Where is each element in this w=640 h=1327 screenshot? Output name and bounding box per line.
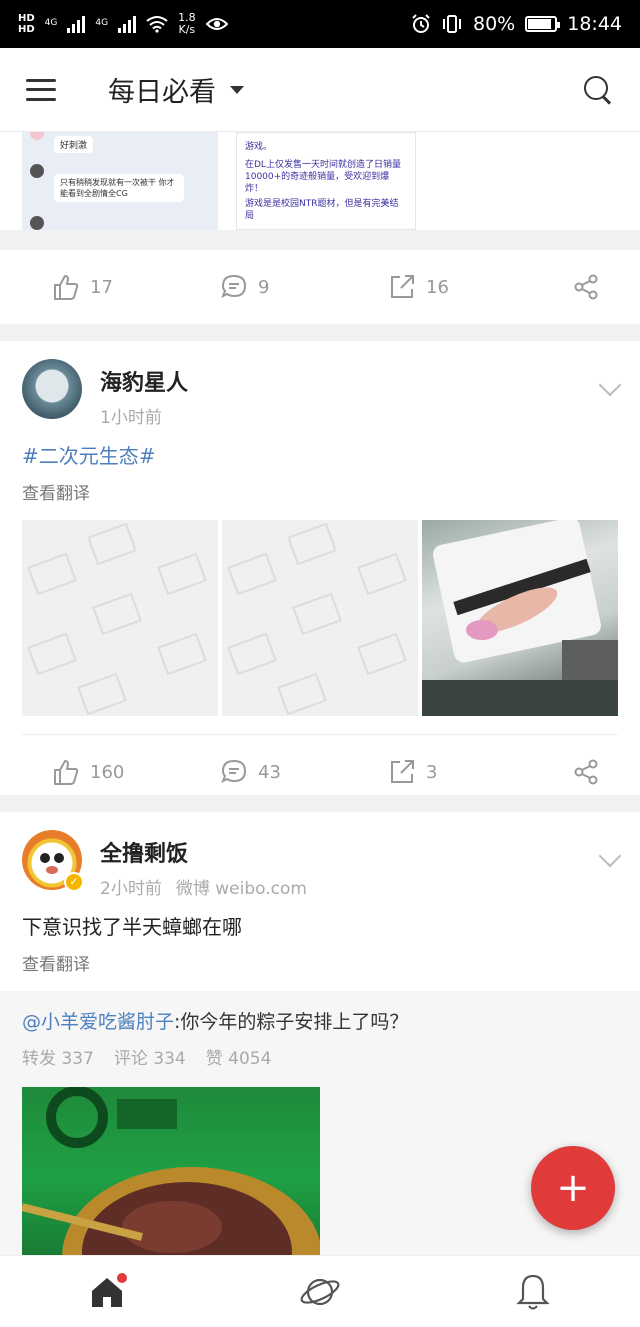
repost-icon xyxy=(391,275,414,298)
post-time: 1小时前 xyxy=(100,408,162,428)
thumb-up-icon xyxy=(54,760,79,785)
nav-home[interactable] xyxy=(77,1267,137,1317)
nav-discover[interactable] xyxy=(290,1267,350,1317)
comment-button[interactable]: 9 xyxy=(220,273,388,301)
repost-count: 3 xyxy=(426,761,438,783)
chevron-down-icon[interactable] xyxy=(598,844,622,868)
post-text: 下意识找了半天蟑螂在哪 xyxy=(22,915,242,939)
battery-percent: 80% xyxy=(473,13,516,35)
promo-line-1: 游戏。 xyxy=(245,142,273,152)
card1-actions: 17 9 16 xyxy=(0,250,640,324)
card1-images: 好刺激 只有稍稍发现就有一次被干 你才能看到全剧情全CG 游戏。 在DL上仅发售… xyxy=(0,132,640,230)
alarm-icon xyxy=(412,14,430,33)
promo-line-3: 游戏是是校园NTR题材，但是有完美结局 xyxy=(245,199,399,221)
comment-count: 9 xyxy=(258,276,270,298)
net-speed: 1.8 K/s xyxy=(178,12,196,36)
chat-bubble-text-2: 只有稍稍发现就有一次被干 你才能看到全剧情全CG xyxy=(54,174,184,202)
repost-icon xyxy=(391,760,414,783)
caret-down-icon xyxy=(230,85,244,94)
status-bar: HD HD 4G 4G 1.8 K/s 80% 18:44 xyxy=(0,0,640,48)
notification-dot xyxy=(116,1272,127,1283)
vibrate-icon xyxy=(443,15,461,33)
photo-content xyxy=(422,520,618,716)
comment-count: 评论 334 xyxy=(113,1049,186,1069)
feed-selector[interactable]: 每日必看 xyxy=(108,70,244,109)
signal1-icon xyxy=(67,15,86,33)
translate-link[interactable]: 查看翻译 xyxy=(0,940,640,991)
share-icon xyxy=(574,274,598,300)
hd2-label: HD xyxy=(18,24,35,35)
like-count: 160 xyxy=(90,761,125,783)
chat-screenshot-image[interactable]: 好刺激 只有稍稍发现就有一次被干 你才能看到全剧情全CG xyxy=(22,132,218,230)
network2-label: 4G xyxy=(95,18,109,28)
wifi-icon xyxy=(146,16,168,33)
clock: 18:44 xyxy=(567,13,622,35)
network1-label: 4G xyxy=(44,18,58,28)
share-button[interactable] xyxy=(572,758,600,786)
repost-count: 转发 337 xyxy=(22,1049,94,1069)
app-header: 每日必看 xyxy=(0,48,640,132)
avatar[interactable] xyxy=(22,359,82,419)
verified-badge-icon: ✓ xyxy=(64,872,84,892)
hd1-label: HD xyxy=(18,13,35,24)
battery-icon xyxy=(525,16,561,32)
image-placeholder-icon xyxy=(27,522,207,716)
comment-icon xyxy=(221,759,247,784)
comment-icon xyxy=(221,274,247,299)
promo-line-2: 在DL上仅发售一天时间就创造了日销量10000+的奇迹般销量，受欢迎到爆炸！ xyxy=(245,160,401,194)
repost-user-link[interactable]: @小羊爱吃酱肘子 xyxy=(22,1011,174,1033)
reposted-content[interactable]: @小羊爱吃酱肘子:你今年的粽子安排上了吗？ 转发 337 评论 334 赞 40… xyxy=(0,991,640,1287)
card2-actions: 160 43 3 xyxy=(0,735,640,809)
bell-icon xyxy=(516,1274,550,1310)
comment-count: 43 xyxy=(258,761,281,783)
menu-icon[interactable] xyxy=(26,78,56,101)
promo-text-image[interactable]: 游戏。 在DL上仅发售一天时间就创造了日销量10000+的奇迹般销量，受欢迎到爆… xyxy=(236,132,416,230)
thumb-up-icon xyxy=(54,275,79,300)
plus-icon: + xyxy=(556,1165,590,1211)
planet-icon xyxy=(300,1278,340,1305)
like-count: 17 xyxy=(90,276,113,298)
page-title: 每日必看 xyxy=(108,77,216,108)
post-time: 2小时前 xyxy=(100,879,162,899)
photo-grid xyxy=(0,504,640,716)
avatar[interactable]: ✓ xyxy=(22,830,84,892)
repost-button[interactable]: 16 xyxy=(388,273,556,301)
photo-placeholder-1[interactable] xyxy=(22,520,218,716)
hd-indicator: HD HD xyxy=(18,13,35,35)
chat-bubble-text-1: 好刺激 xyxy=(54,136,94,153)
signal2-icon xyxy=(118,15,137,33)
eye-icon xyxy=(205,18,228,30)
card1-bottom-gap xyxy=(0,230,640,250)
photo-3[interactable] xyxy=(422,520,618,716)
nav-notifications[interactable] xyxy=(503,1267,563,1317)
like-button[interactable]: 17 xyxy=(52,273,220,301)
search-icon[interactable] xyxy=(582,74,614,106)
photo-placeholder-2[interactable] xyxy=(222,520,418,716)
translate-link[interactable]: 查看翻译 xyxy=(0,469,640,504)
topic-link[interactable]: #二次元生态# xyxy=(22,444,156,468)
author-name[interactable]: 全撸剩饭 xyxy=(100,836,307,868)
repost-stats: 转发 337 评论 334 赞 4054 xyxy=(22,1044,618,1069)
author-name[interactable]: 海豹星人 xyxy=(100,365,188,397)
like-count: 赞 4054 xyxy=(205,1049,272,1069)
post-source: 微博 weibo.com xyxy=(175,879,307,899)
repost-button[interactable]: 3 xyxy=(388,758,556,786)
compose-button[interactable]: + xyxy=(531,1146,615,1230)
share-button[interactable] xyxy=(572,273,600,301)
feed-card-2: 海豹星人 1小时前 #二次元生态# 查看翻译 160 43 3 xyxy=(0,341,640,795)
repost-text: @小羊爱吃酱肘子:你今年的粽子安排上了吗？ xyxy=(22,1007,618,1034)
image-placeholder-icon xyxy=(227,522,407,716)
repost-count: 16 xyxy=(426,276,449,298)
share-icon xyxy=(574,759,598,785)
chevron-down-icon[interactable] xyxy=(598,373,622,397)
comment-button[interactable]: 43 xyxy=(220,758,388,786)
feed-card-1: 好刺激 只有稍稍发现就有一次被干 你才能看到全剧情全CG 游戏。 在DL上仅发售… xyxy=(0,132,640,324)
repost-body: :你今年的粽子安排上了吗？ xyxy=(174,1011,409,1033)
like-button[interactable]: 160 xyxy=(52,758,220,786)
bottom-nav xyxy=(0,1255,640,1327)
net-speed-unit: K/s xyxy=(178,23,196,36)
